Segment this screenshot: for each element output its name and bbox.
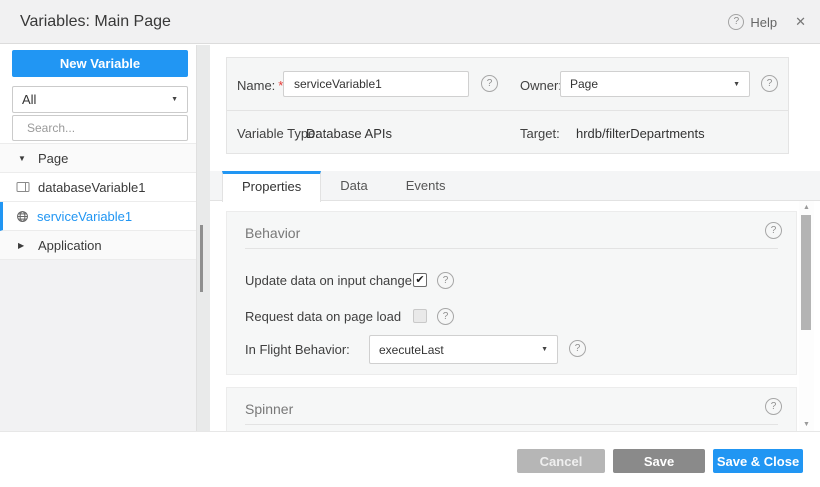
property-row: In Flight Behavior: executeLast ▼ ? [227, 335, 796, 364]
new-variable-button[interactable]: New Variable [12, 50, 188, 77]
sidebar-scrollbar-thumb[interactable] [200, 225, 203, 292]
tree-item-label: serviceVariable1 [37, 209, 132, 224]
search-box [12, 115, 188, 141]
in-flight-behavior-label: In Flight Behavior: [245, 342, 350, 357]
tree-item-databasevariable1[interactable]: databaseVariable1 [0, 173, 196, 202]
cancel-button[interactable]: Cancel [517, 449, 605, 473]
caret-right-icon: ▶ [18, 241, 30, 250]
variable-type-value: Database APIs [306, 126, 392, 141]
spinner-section: Spinner ? [226, 387, 797, 431]
tree-item-label: Page [38, 151, 68, 166]
tab-events[interactable]: Events [387, 171, 465, 201]
name-label: Name:* [237, 78, 283, 93]
help-button[interactable]: ? Help [728, 14, 777, 30]
behavior-section-title: Behavior [245, 225, 300, 241]
update-data-help-icon[interactable]: ? [437, 272, 454, 289]
name-help-icon[interactable]: ? [481, 75, 498, 92]
tab-properties[interactable]: Properties [222, 171, 321, 202]
behavior-help-icon[interactable]: ? [765, 222, 782, 239]
owner-select[interactable]: Page ▼ [560, 71, 750, 97]
spinner-help-icon[interactable]: ? [765, 398, 782, 415]
close-icon[interactable]: ✕ [795, 14, 806, 30]
variable-filter-select[interactable]: All ▼ [12, 86, 188, 113]
sidebar-scrollbar[interactable] [196, 45, 210, 431]
chevron-down-icon: ▼ [171, 96, 178, 103]
variable-filter-value: All [22, 92, 36, 107]
search-input[interactable] [27, 121, 182, 135]
in-flight-behavior-select[interactable]: executeLast ▼ [369, 335, 558, 364]
tree-item-servicevariable1[interactable]: serviceVariable1 [0, 202, 196, 231]
chevron-down-icon: ▼ [541, 346, 548, 353]
spinner-section-title: Spinner [245, 401, 293, 417]
database-variable-icon [16, 181, 30, 193]
properties-scroll-area: Behavior ? Update data on input change ✔… [210, 202, 799, 431]
in-flight-behavior-value: executeLast [379, 343, 444, 357]
request-data-help-icon[interactable]: ? [437, 308, 454, 325]
variable-detail-panel: Name:* ? Owner:* Page ▼ ? Variable Type:… [210, 45, 820, 431]
main-scrollbar[interactable]: ▲ ▼ [799, 201, 814, 431]
footer-buttons: Cancel Save Save & Close [517, 449, 803, 473]
update-data-checkbox[interactable]: ✔ [413, 273, 427, 287]
form-divider [227, 110, 788, 111]
variables-sidebar: New Variable All ▼ ▼ Page databaseVariab… [0, 45, 196, 431]
tree-item-label: databaseVariable1 [38, 180, 145, 195]
save-button[interactable]: Save [613, 449, 705, 473]
tree-item-page[interactable]: ▼ Page [0, 144, 196, 173]
section-divider [245, 424, 778, 425]
property-row: Request data on page load ✔ ? [227, 303, 796, 329]
update-data-label: Update data on input change [245, 273, 412, 288]
page-title: Variables: Main Page [20, 0, 171, 44]
scroll-down-icon[interactable]: ▼ [799, 421, 814, 428]
scroll-up-icon[interactable]: ▲ [799, 204, 814, 211]
request-data-label: Request data on page load [245, 309, 401, 324]
help-icon: ? [728, 14, 744, 30]
dialog-footer: Cancel Save Save & Close [0, 431, 820, 487]
owner-select-value: Page [570, 77, 598, 91]
caret-down-icon: ▼ [18, 154, 30, 163]
save-and-close-button[interactable]: Save & Close [713, 449, 803, 473]
in-flight-behavior-help-icon[interactable]: ? [569, 340, 586, 357]
chevron-down-icon: ▼ [733, 81, 740, 88]
owner-help-icon[interactable]: ? [761, 75, 778, 92]
help-label: Help [750, 15, 777, 30]
section-divider [245, 248, 778, 249]
variables-tree: ▼ Page databaseVariable1 serviceVariable… [0, 143, 196, 431]
main-scrollbar-thumb[interactable] [801, 215, 811, 330]
dialog-header: Variables: Main Page ? Help ✕ [0, 0, 820, 44]
detail-tab-bar: Properties Data Events [210, 171, 820, 201]
target-value: hrdb/filterDepartments [576, 126, 705, 141]
check-icon: ✔ [414, 274, 426, 286]
property-row: Update data on input change ✔ ? [227, 267, 796, 293]
tree-item-application[interactable]: ▶ Application [0, 231, 196, 260]
behavior-section: Behavior ? Update data on input change ✔… [226, 211, 797, 375]
tree-empty-area [0, 260, 196, 431]
header-actions: ? Help ✕ [728, 0, 806, 44]
tab-data[interactable]: Data [321, 171, 386, 201]
variable-summary-panel: Name:* ? Owner:* Page ▼ ? Variable Type:… [226, 57, 789, 154]
name-input[interactable] [283, 71, 469, 97]
tree-item-label: Application [38, 238, 102, 253]
target-label: Target: [520, 126, 560, 141]
request-data-checkbox[interactable]: ✔ [413, 309, 427, 323]
service-variable-icon [16, 210, 29, 223]
